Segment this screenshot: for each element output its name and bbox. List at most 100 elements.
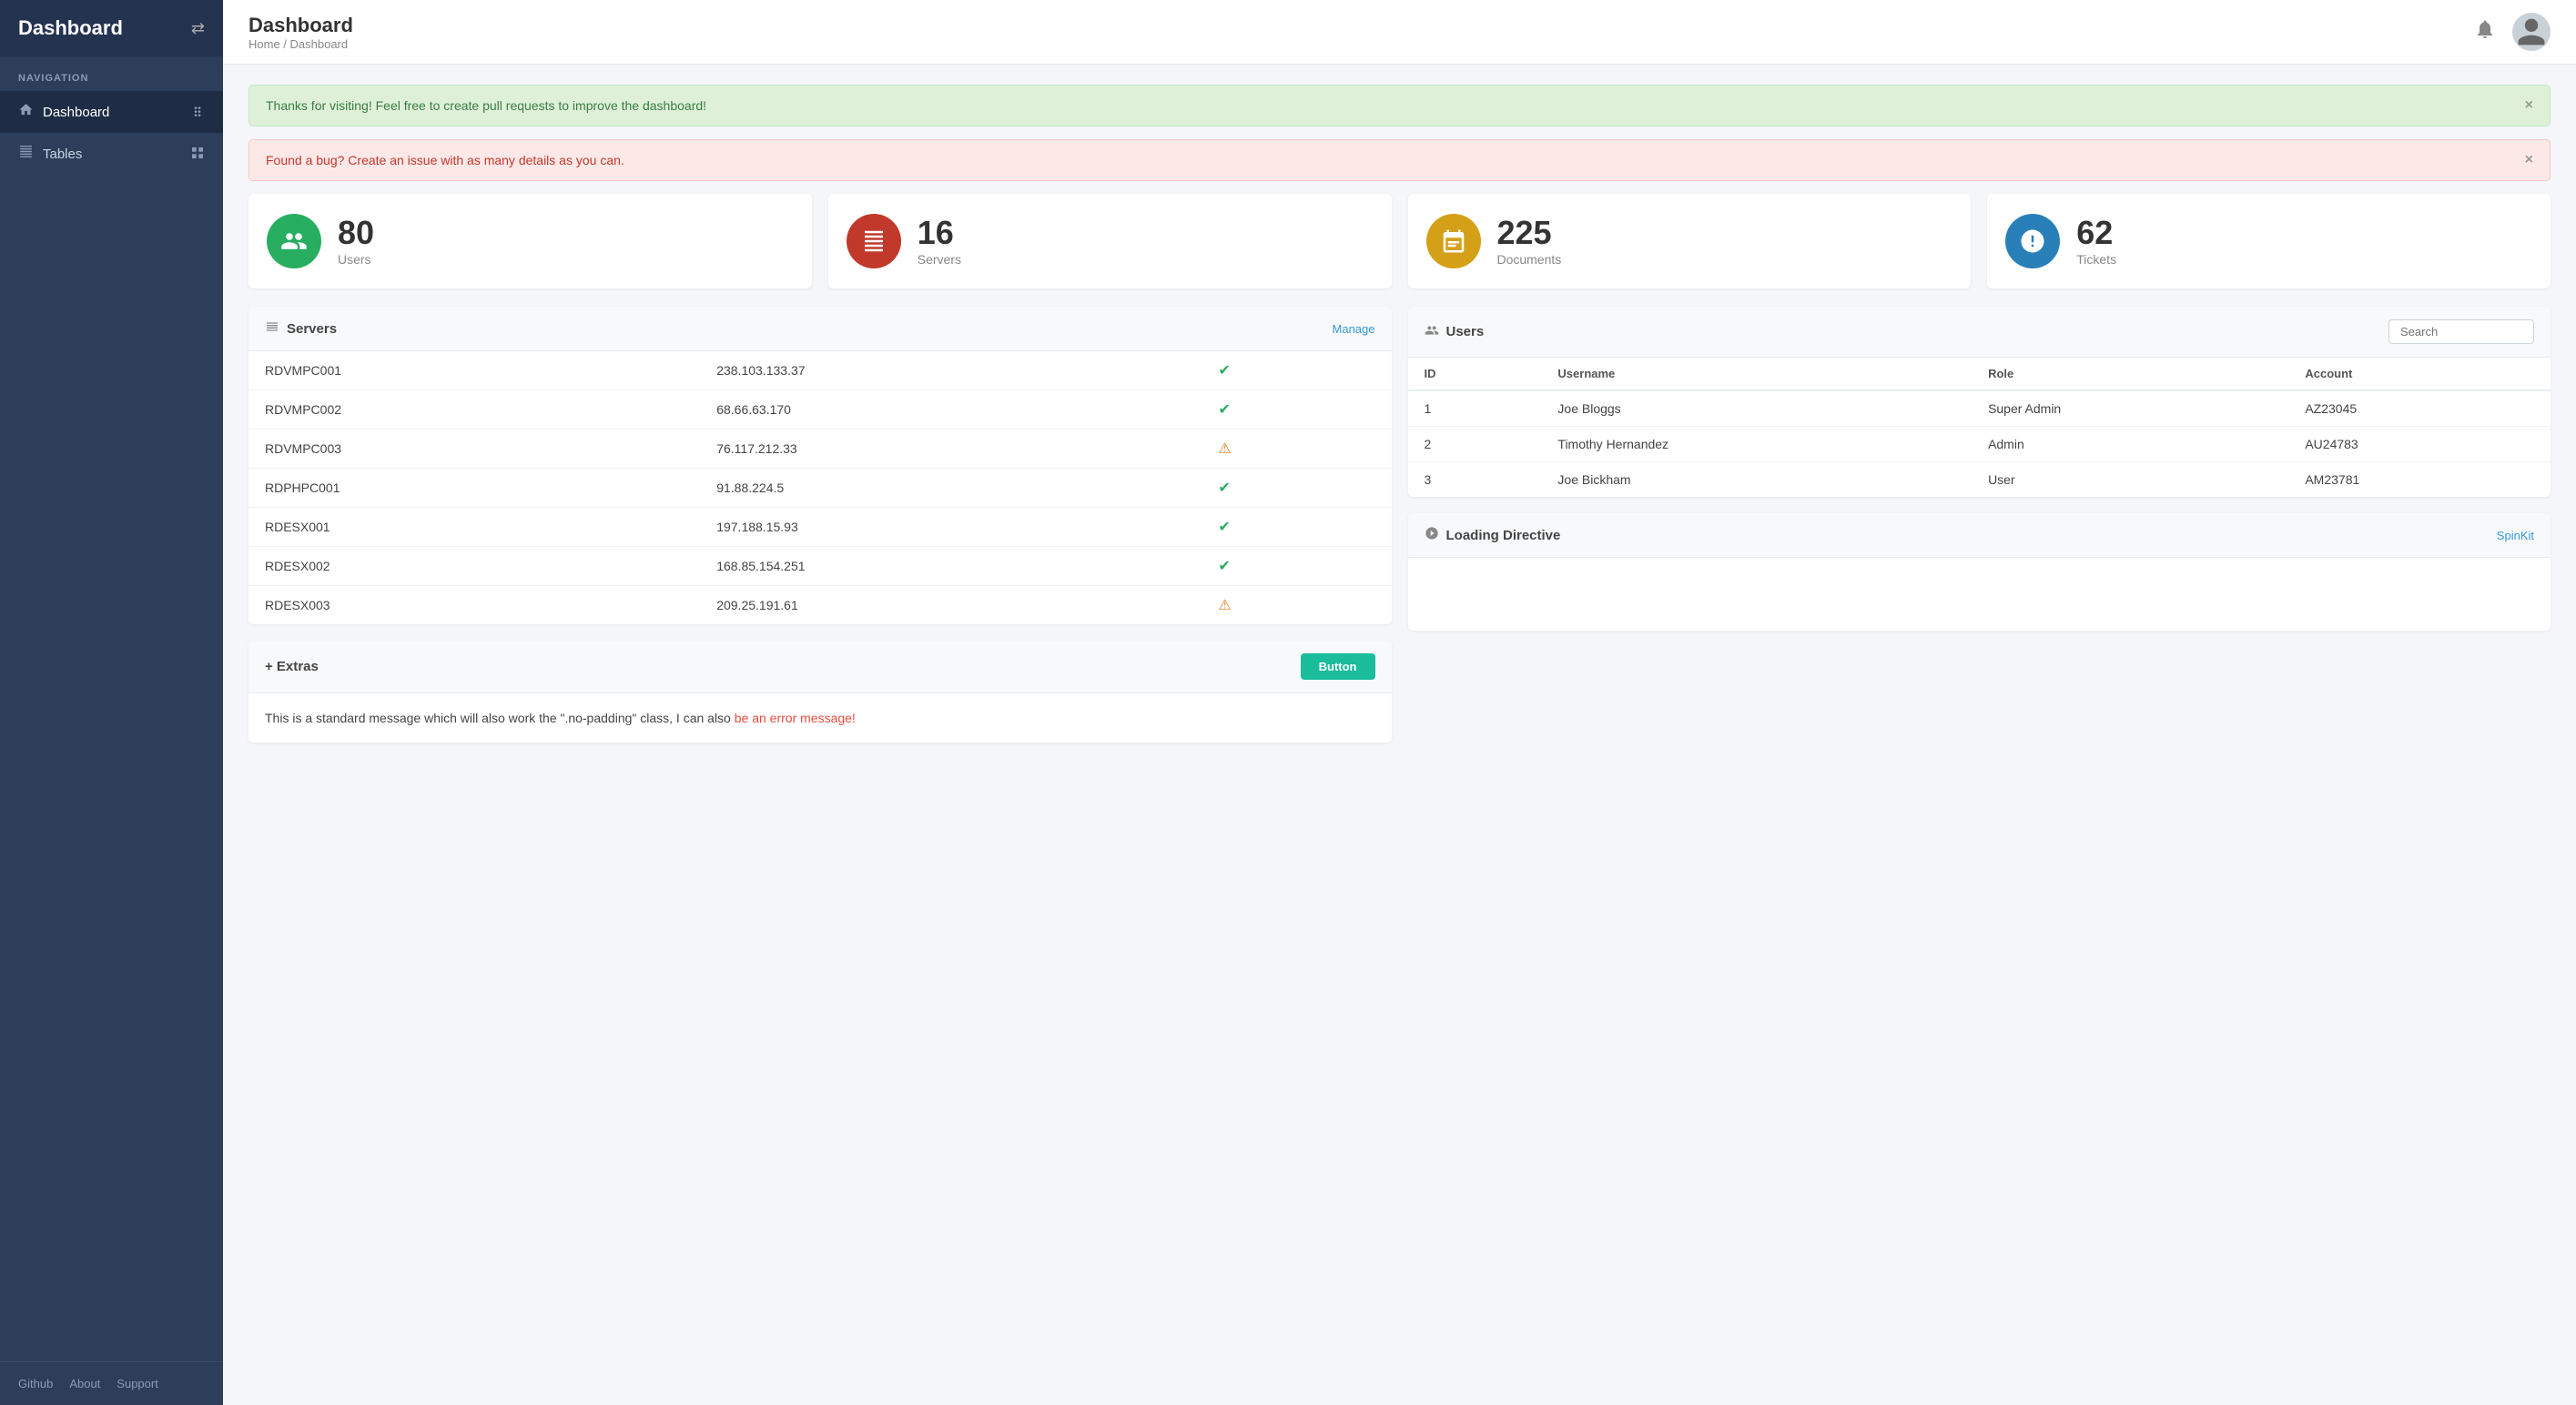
extras-error-text: be an error message! (735, 711, 856, 725)
user-id: 3 (1408, 462, 1542, 498)
user-account: AZ23045 (2288, 390, 2551, 427)
table-row: RDESX001 197.188.15.93 ✔ (248, 508, 1392, 547)
status-ok-icon: ✔ (1218, 559, 1230, 574)
servers-panel-header: Servers Manage (248, 307, 1392, 351)
status-ok-icon: ✔ (1218, 520, 1230, 535)
server-status: ✔ (1202, 390, 1391, 430)
server-status: ✔ (1202, 469, 1391, 508)
server-name: RDVMPC002 (248, 390, 700, 430)
dashboard-icon (18, 102, 34, 122)
user-role: Admin (1972, 427, 2288, 462)
sidebar-item-dashboard-label: Dashboard (43, 105, 109, 120)
content-area: Thanks for visiting! Feel free to create… (223, 65, 2576, 1405)
server-name: RDESX003 (248, 586, 700, 625)
alert-danger: Found a bug? Create an issue with as man… (248, 139, 2551, 181)
alert-danger-text: Found a bug? Create an issue with as man… (266, 153, 624, 167)
stat-icon-documents (1426, 214, 1481, 268)
topbar: Dashboard Home / Dashboard (223, 0, 2576, 65)
extras-panel-title: + Extras (265, 659, 319, 674)
table-row: RDVMPC001 238.103.133.37 ✔ (248, 351, 1392, 390)
user-username: Joe Bloggs (1541, 390, 1972, 427)
servers-manage-link[interactable]: Manage (1333, 322, 1375, 336)
right-column: Users ID Username Role Account (1408, 307, 2551, 743)
status-ok-icon: ✔ (1218, 363, 1230, 379)
user-account: AU24783 (2288, 427, 2551, 462)
sidebar-header: Dashboard ⇄ (0, 0, 223, 56)
breadcrumb: Home / Dashboard (248, 37, 353, 51)
stat-number-tickets: 62 (2076, 217, 2116, 249)
server-name: RDVMPC003 (248, 430, 700, 469)
servers-panel-title: Servers (287, 321, 337, 337)
server-name: RDPHPC001 (248, 469, 700, 508)
stats-row: 80 Users 16 Servers 225 (248, 194, 2551, 288)
user-id: 2 (1408, 427, 1542, 462)
sidebar-footer: Github About Support (0, 1361, 223, 1405)
footer-support[interactable]: Support (117, 1377, 158, 1390)
dashboard-side-icon (190, 104, 205, 121)
stat-card-documents: 225 Documents (1408, 194, 1972, 288)
server-status: ✔ (1202, 547, 1391, 586)
extras-button[interactable]: Button (1301, 653, 1375, 680)
servers-table: RDVMPC001 238.103.133.37 ✔ RDVMPC002 68.… (248, 351, 1392, 624)
user-role: Super Admin (1972, 390, 2288, 427)
server-ip: 168.85.154.251 (700, 547, 1202, 586)
table-row: RDPHPC001 91.88.224.5 ✔ (248, 469, 1392, 508)
users-search-input[interactable] (2388, 319, 2534, 344)
users-table-container: ID Username Role Account 1 Joe Bloggs Su… (1408, 358, 2551, 497)
sidebar-toggle-icon[interactable]: ⇄ (191, 19, 205, 38)
user-username: Timothy Hernandez (1541, 427, 1972, 462)
table-row: RDVMPC003 76.117.212.33 ⚠ (248, 430, 1392, 469)
stat-card-tickets: 62 Tickets (1987, 194, 2551, 288)
server-status: ⚠ (1202, 430, 1391, 469)
sidebar-item-tables[interactable]: Tables (0, 133, 223, 175)
users-panel-title: Users (1446, 324, 1485, 339)
extras-body: This is a standard message which will al… (248, 693, 1392, 743)
footer-about[interactable]: About (69, 1377, 100, 1390)
loading-panel-title: Loading Directive (1446, 528, 1561, 543)
stat-number-users: 80 (338, 217, 374, 249)
user-id: 1 (1408, 390, 1542, 427)
users-panel-header: Users (1408, 307, 2551, 358)
status-ok-icon: ✔ (1218, 402, 1230, 418)
loading-panel-action[interactable]: SpinKit (2497, 529, 2534, 542)
tables-side-icon (190, 146, 205, 163)
server-ip: 238.103.133.37 (700, 351, 1202, 390)
servers-list: RDVMPC001 238.103.133.37 ✔ RDVMPC002 68.… (248, 351, 1392, 624)
extras-panel: + Extras Button This is a standard messa… (248, 641, 1392, 743)
loading-panel-icon (1425, 526, 1439, 544)
table-row: 1 Joe Bloggs Super Admin AZ23045 (1408, 390, 2551, 427)
stat-number-documents: 225 (1497, 217, 1562, 249)
server-name: RDESX001 (248, 508, 700, 547)
left-column: Servers Manage RDVMPC001 238.103.133.37 … (248, 307, 1392, 743)
table-row: RDESX002 168.85.154.251 ✔ (248, 547, 1392, 586)
sidebar-nav-label: NAVIGATION (0, 56, 223, 91)
users-panel: Users ID Username Role Account (1408, 307, 2551, 497)
users-panel-icon (1425, 323, 1439, 341)
server-status: ⚠ (1202, 586, 1391, 625)
server-ip: 76.117.212.33 (700, 430, 1202, 469)
loading-panel-body (1408, 558, 2551, 631)
notification-bell-icon[interactable] (2474, 18, 2496, 45)
table-row: RDVMPC002 68.66.63.170 ✔ (248, 390, 1392, 430)
stat-number-servers: 16 (918, 217, 961, 249)
stat-card-servers: 16 Servers (828, 194, 1392, 288)
servers-panel: Servers Manage RDVMPC001 238.103.133.37 … (248, 307, 1392, 624)
users-col-id: ID (1408, 358, 1542, 390)
footer-github[interactable]: Github (18, 1377, 53, 1390)
table-row: 2 Timothy Hernandez Admin AU24783 (1408, 427, 2551, 462)
server-ip: 197.188.15.93 (700, 508, 1202, 547)
extras-message-text: This is a standard message which will al… (265, 711, 735, 725)
stat-icon-users (267, 214, 321, 268)
alert-danger-close[interactable]: × (2525, 153, 2533, 167)
user-role: User (1972, 462, 2288, 498)
stat-label-servers: Servers (918, 252, 961, 267)
sidebar: Dashboard ⇄ NAVIGATION Dashboard Tables … (0, 0, 223, 1405)
stat-label-tickets: Tickets (2076, 252, 2116, 267)
avatar[interactable] (2512, 13, 2551, 51)
server-ip: 91.88.224.5 (700, 469, 1202, 508)
sidebar-item-tables-label: Tables (43, 147, 82, 162)
page-title: Dashboard (248, 14, 353, 37)
stat-label-users: Users (338, 252, 374, 267)
alert-success-close[interactable]: × (2525, 98, 2533, 113)
sidebar-item-dashboard[interactable]: Dashboard (0, 91, 223, 133)
